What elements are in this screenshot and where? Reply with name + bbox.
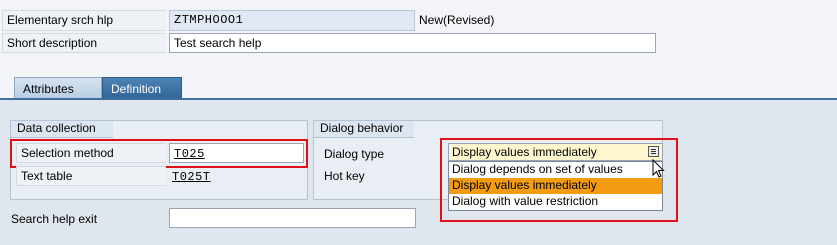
selection-method-highlight [10, 139, 308, 168]
short-description-label: Short description [2, 33, 166, 53]
text-table-value: T025T [172, 170, 211, 184]
dialog-behavior-title: Dialog behavior [314, 121, 414, 138]
dialog-type-highlight [440, 138, 678, 222]
search-help-exit-label: Search help exit [11, 212, 98, 226]
search-help-exit-field[interactable] [169, 208, 416, 228]
tab-attributes[interactable]: Attributes [14, 77, 102, 99]
tab-definition[interactable]: Definition [102, 77, 182, 99]
hot-key-label: Hot key [324, 169, 365, 183]
dialog-type-label: Dialog type [324, 147, 385, 161]
elementary-search-help-field: ZTMPHOOO1 [169, 10, 415, 31]
mouse-cursor-icon [652, 159, 665, 178]
elementary-search-help-label: Elementary srch hlp [2, 10, 166, 31]
status-text: New(Revised) [419, 13, 495, 27]
text-table-label: Text table [16, 166, 166, 186]
data-collection-title: Data collection [11, 121, 113, 138]
short-description-field[interactable]: Test search help [169, 33, 656, 53]
